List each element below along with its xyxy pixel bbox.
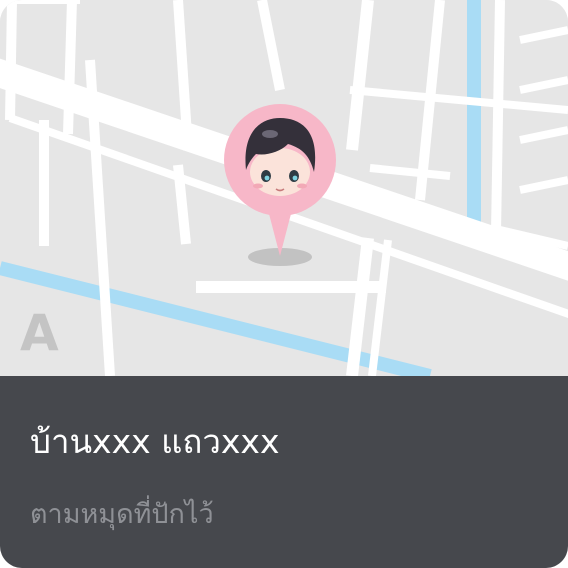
avatar-pin-icon[interactable] — [222, 100, 346, 270]
location-card[interactable]: A บ้านxxx แถวxxx ตามหมุดที่ปักไว้ — [0, 0, 568, 568]
place-info-panel[interactable] — [0, 376, 568, 568]
place-subtitle: ตามหมุดที่ปักไว้ — [30, 499, 214, 530]
map-view[interactable]: A — [0, 0, 568, 376]
map-letter-a: A — [20, 304, 59, 362]
place-name: บ้านxxx แถวxxx — [30, 422, 280, 461]
